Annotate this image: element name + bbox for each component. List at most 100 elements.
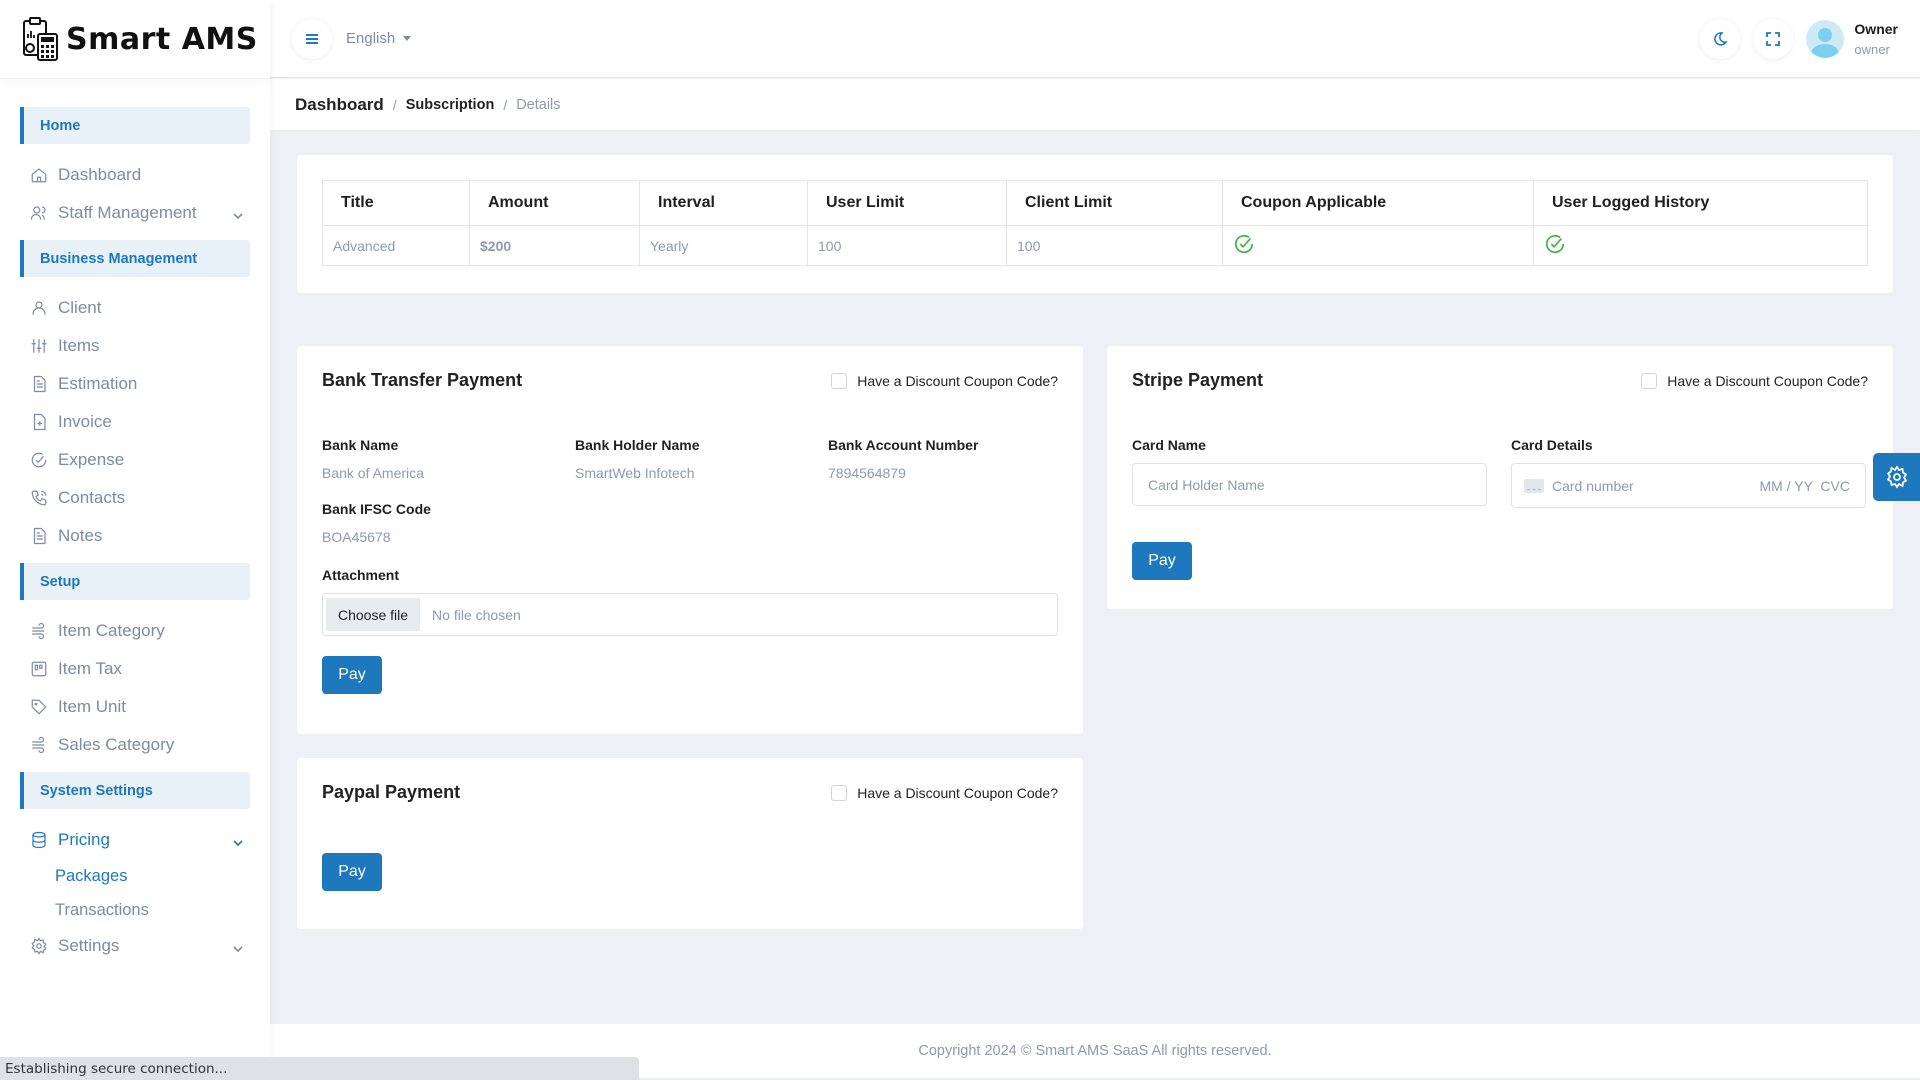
- user-menu[interactable]: Owner owner: [1854, 21, 1898, 57]
- sidebar-item-label: Client: [58, 298, 102, 317]
- cell-user-logged-history: [1533, 225, 1868, 266]
- paypal-card: Paypal Payment Have a Discount Coupon Co…: [297, 758, 1083, 929]
- sidebar-item-label: Staff Management: [58, 203, 197, 222]
- bank-ifsc-label: Bank IFSC Code: [322, 501, 431, 517]
- paypal-title: Paypal Payment: [322, 782, 461, 802]
- file-status: No file chosen: [432, 606, 521, 623]
- col-title: Title: [322, 180, 470, 226]
- hamburger-icon: [306, 33, 318, 44]
- sidebar-item-item-category[interactable]: Item Category: [0, 612, 270, 650]
- paypal-pay-button[interactable]: Pay: [322, 853, 382, 891]
- section-system-settings: System Settings: [20, 772, 250, 809]
- app-name: Smart AMS: [66, 21, 258, 57]
- app-logo[interactable]: Smart AMS: [0, 0, 270, 79]
- bank-name-value: Bank of America: [322, 465, 424, 481]
- file-plus-icon: [30, 413, 48, 431]
- cell-interval: Yearly: [639, 225, 808, 266]
- checkbox-box[interactable]: [1641, 372, 1658, 389]
- note-icon: [30, 527, 48, 545]
- credit-card-icon: [1524, 478, 1544, 493]
- col-amount: Amount: [469, 180, 640, 226]
- section-business-management: Business Management: [20, 240, 250, 277]
- coupon-label: Have a Discount Coupon Code?: [1667, 372, 1868, 389]
- user-role: owner: [1854, 41, 1890, 57]
- coupon-label: Have a Discount Coupon Code?: [857, 784, 1058, 801]
- bank-pay-button[interactable]: Pay: [322, 656, 382, 694]
- sidebar-item-estimation[interactable]: Estimation: [0, 365, 270, 403]
- col-coupon-applicable: Coupon Applicable: [1222, 180, 1534, 226]
- chevron-down-icon: [232, 207, 244, 220]
- sidebar-item-client[interactable]: Client: [0, 289, 270, 327]
- avatar[interactable]: [1806, 19, 1845, 58]
- cell-title: Advanced: [322, 225, 470, 266]
- sidebar-subitem-transactions[interactable]: Transactions: [0, 893, 270, 927]
- language-dropdown[interactable]: English: [346, 30, 412, 47]
- sidebar-item-contacts[interactable]: Contacts: [0, 479, 270, 517]
- checkbox-box[interactable]: [831, 784, 848, 801]
- attachment-label: Attachment: [322, 567, 400, 583]
- section-home: Home: [20, 107, 250, 144]
- sidebar-item-label: Expense: [58, 450, 125, 469]
- moon-icon: [1714, 31, 1729, 46]
- menu-toggle-button[interactable]: [292, 18, 332, 59]
- choose-file-button[interactable]: Choose file: [326, 598, 421, 631]
- sidebar-item-label: Contacts: [58, 488, 126, 507]
- sidebar-item-label: Item Unit: [58, 697, 127, 716]
- card-details-input[interactable]: Card number MM / YY CVC: [1511, 463, 1866, 508]
- bank-ifsc-value: BOA45678: [322, 529, 391, 545]
- expiry-cvc-placeholder: MM / YY CVC: [1759, 477, 1850, 494]
- theme-settings-button[interactable]: [1873, 453, 1920, 501]
- sidebar-item-notes[interactable]: Notes: [0, 517, 270, 555]
- attachment-file-input[interactable]: Choose file No file chosen: [322, 593, 1058, 636]
- sidebar-item-invoice[interactable]: Invoice: [0, 403, 270, 441]
- users-icon: [30, 204, 48, 222]
- check-circle-icon: [1544, 234, 1566, 258]
- sidebar-subitem-packages[interactable]: Packages: [0, 859, 270, 893]
- sidebar-item-dashboard[interactable]: Dashboard: [0, 156, 270, 194]
- stripe-coupon-checkbox[interactable]: Have a Discount Coupon Code?: [1641, 372, 1868, 389]
- bank-coupon-checkbox[interactable]: Have a Discount Coupon Code?: [831, 372, 1058, 389]
- sidebar-item-items[interactable]: Items: [0, 327, 270, 365]
- sidebar-item-label: Settings: [58, 936, 120, 955]
- sidebar-item-label: Dashboard: [58, 165, 142, 184]
- card-number-placeholder: Card number: [1552, 477, 1634, 494]
- breadcrumb-subscription[interactable]: Subscription: [406, 97, 495, 113]
- sidebar-item-sales-category[interactable]: Sales Category: [0, 726, 270, 764]
- table-row: Advanced $200 Yearly 100 100: [322, 225, 1868, 266]
- sidebar-item-pricing[interactable]: Pricing: [0, 821, 270, 859]
- sidebar-item-item-tax[interactable]: Item Tax: [0, 650, 270, 688]
- col-interval: Interval: [639, 180, 808, 226]
- sidebar-item-staff-management[interactable]: Staff Management: [0, 194, 270, 232]
- phone-icon: [30, 489, 48, 507]
- sidebar-item-label: Estimation: [58, 374, 138, 393]
- dark-mode-button[interactable]: [1700, 18, 1741, 59]
- cell-client-limit: 100: [1006, 225, 1223, 266]
- sidebar-item-item-unit[interactable]: Item Unit: [0, 688, 270, 726]
- paypal-coupon-checkbox[interactable]: Have a Discount Coupon Code?: [831, 784, 1058, 801]
- check-circle-icon: [30, 451, 48, 469]
- browser-status-bar: Establishing secure connection...: [0, 1057, 639, 1080]
- chevron-down-icon: [232, 940, 244, 953]
- sidebar-item-settings[interactable]: Settings: [0, 927, 270, 965]
- sidebar: Smart AMS Home Dashboard Staff Managemen…: [0, 0, 270, 1080]
- checkbox-box[interactable]: [831, 372, 848, 389]
- caret-down-icon: [403, 36, 412, 41]
- fullscreen-button[interactable]: [1753, 18, 1794, 59]
- stripe-pay-button[interactable]: Pay: [1132, 542, 1192, 580]
- sidebar-item-expense[interactable]: Expense: [0, 441, 270, 479]
- bank-holder-label: Bank Holder Name: [575, 437, 700, 453]
- cell-coupon-applicable: [1222, 225, 1534, 266]
- check-circle-icon: [1233, 234, 1255, 258]
- breadcrumb-dashboard[interactable]: Dashboard: [295, 95, 384, 115]
- wind-icon: [30, 736, 48, 754]
- user-icon: [30, 299, 48, 317]
- card-name-label: Card Name: [1132, 437, 1206, 453]
- card-holder-name-input[interactable]: Card Holder Name: [1132, 463, 1487, 506]
- plan-details-card: Title Amount Interval User Limit Client …: [297, 155, 1893, 293]
- bank-account-label: Bank Account Number: [828, 437, 979, 453]
- logo-icon: [23, 17, 58, 61]
- sidebar-nav: Home Dashboard Staff Management Business…: [0, 79, 270, 965]
- sidebar-item-label: Pricing: [58, 830, 110, 849]
- bank-holder-value: SmartWeb Infotech: [575, 465, 695, 481]
- sidebar-item-label: Notes: [58, 526, 103, 545]
